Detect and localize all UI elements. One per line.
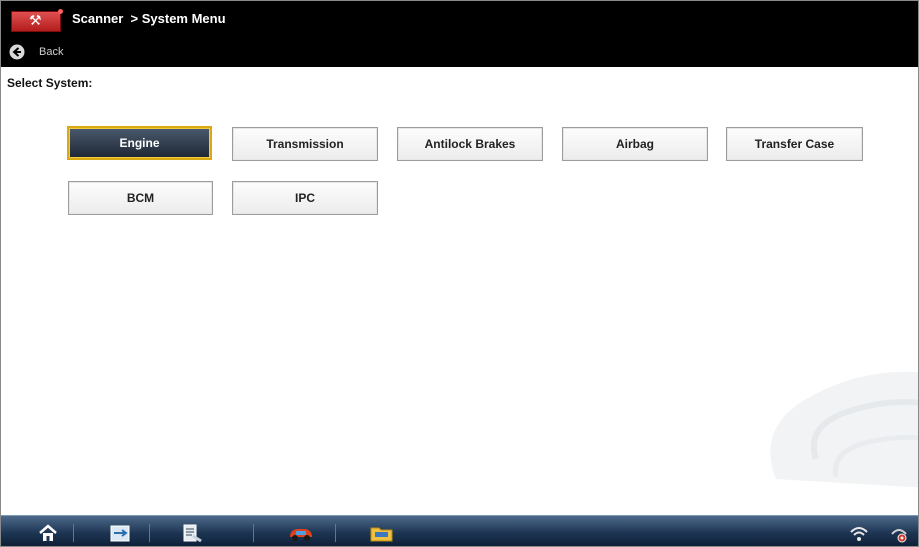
- vehicle-icon: [290, 529, 312, 541]
- scanner-tool-icon[interactable]: ⚒: [11, 9, 63, 32]
- back-label: Back: [39, 46, 64, 58]
- taskbar: [1, 515, 918, 546]
- data-manager-icon: [110, 525, 130, 542]
- system-button-ipc[interactable]: IPC: [232, 181, 378, 215]
- home-button[interactable]: [37, 522, 59, 544]
- folder-button[interactable]: [369, 522, 395, 544]
- title-bar: ⚒ Scanner > System Menu Back: [1, 1, 918, 67]
- wifi-icon: [850, 527, 868, 541]
- system-button-engine[interactable]: Engine: [67, 126, 212, 160]
- breadcrumb: Scanner > System Menu: [72, 11, 226, 26]
- vehicle-button[interactable]: [287, 522, 315, 544]
- back-arrow-icon: [9, 44, 25, 60]
- system-button-antilock-brakes[interactable]: Antilock Brakes: [397, 127, 543, 161]
- system-button-transfer-case[interactable]: Transfer Case: [726, 127, 863, 161]
- system-button-bcm[interactable]: BCM: [68, 181, 213, 215]
- back-button[interactable]: Back: [9, 43, 63, 61]
- scanner-icon: [183, 524, 202, 543]
- wifi-status[interactable]: [848, 522, 870, 544]
- settings-icon: [891, 529, 907, 543]
- data-manager-button[interactable]: [109, 522, 131, 544]
- vehicle-watermark-graphic: [770, 371, 918, 488]
- page-prompt: Select System:: [7, 76, 93, 90]
- settings-button[interactable]: [888, 522, 910, 544]
- system-button-airbag[interactable]: Airbag: [562, 127, 708, 161]
- system-button-transmission[interactable]: Transmission: [232, 127, 378, 161]
- scanner-button[interactable]: [182, 522, 204, 544]
- home-icon: [39, 524, 57, 541]
- folder-icon: [370, 527, 393, 542]
- app-window: ⚒ Scanner > System Menu Back Select Syst…: [0, 0, 919, 547]
